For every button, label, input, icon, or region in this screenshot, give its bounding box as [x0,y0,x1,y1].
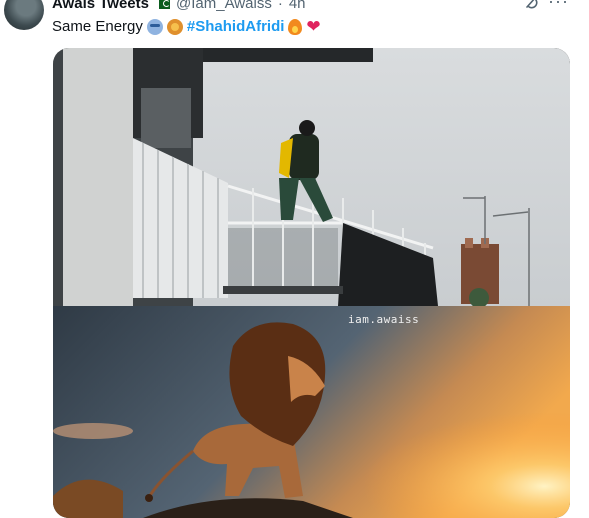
fire-emoji-icon [288,19,303,35]
grok-icon[interactable] [524,0,540,10]
mask-emoji-icon [146,19,163,35]
author-avatar[interactable] [4,0,44,30]
tweet-media[interactable]: iam.awaiss [53,48,570,518]
more-options-icon[interactable]: ··· [548,0,569,10]
man-on-balcony-photo[interactable] [53,48,570,306]
tweet-text-body: Same Energy [52,18,143,35]
pakistan-flag-icon [155,0,170,9]
tweet-timestamp[interactable]: 4h [289,0,306,12]
heart-emoji-icon: ❤ [306,17,321,36]
tweet-header: Awais Tweets @Iam_Awaiss · 4h [52,0,306,12]
image-watermark: iam.awaiss [348,313,420,326]
tweet-text: Same Energy #ShahidAfridi ❤ [52,17,321,37]
separator-dot: · [277,0,283,12]
author-handle[interactable]: @Iam_Awaiss [176,0,272,12]
hashtag-link[interactable]: #ShahidAfridi [187,17,285,37]
lion-on-rock-at-sunset-image[interactable] [53,306,570,518]
author-name[interactable]: Awais Tweets [52,0,149,12]
lion-emoji-icon [166,19,183,35]
